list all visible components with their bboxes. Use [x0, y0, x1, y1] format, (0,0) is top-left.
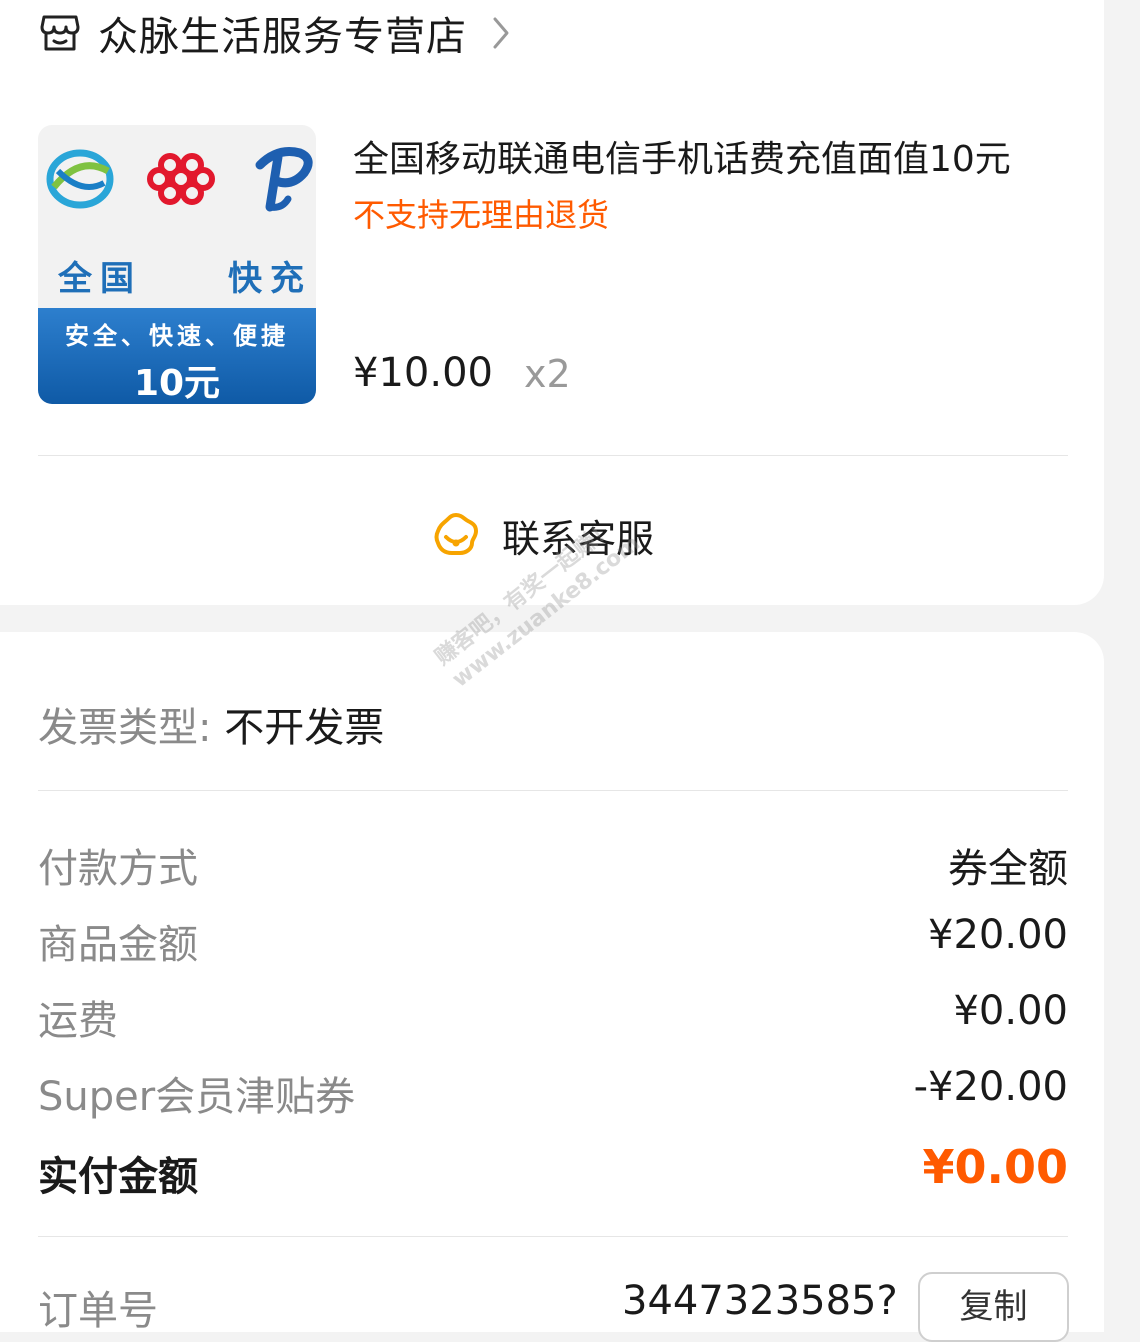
- product-quantity: x2: [524, 352, 571, 396]
- coupon-value: -¥20.00: [913, 1064, 1068, 1110]
- goods-amount-row: 商品金额 ¥20.00: [38, 912, 1068, 972]
- product-title[interactable]: 全国移动联通电信手机话费充值面值10元: [353, 130, 1011, 182]
- divider: [38, 1236, 1068, 1237]
- store-order-card: 众脉生活服务专营店 全国 快充 安全、快速、便捷 10元 全国移动联通电信手机话…: [0, 0, 1104, 605]
- order-number-value: 3447323585?: [622, 1278, 898, 1324]
- store-icon: [40, 15, 80, 51]
- goods-amount-label: 商品金额: [38, 922, 198, 968]
- divider: [38, 455, 1068, 456]
- carrier-logos: [46, 147, 313, 212]
- shipping-fee-row: 运费 ¥0.00: [38, 988, 1068, 1048]
- payment-method-label: 付款方式: [38, 846, 198, 892]
- invoice-type-row: 发票类型: 不开发票: [38, 695, 384, 753]
- invoice-type-label: 发票类型:: [38, 705, 212, 751]
- thumb-band-slogan: 安全、快速、便捷: [65, 322, 289, 350]
- shipping-fee-label: 运费: [38, 998, 118, 1044]
- coupon-row: Super会员津贴券 -¥20.00: [38, 1064, 1068, 1124]
- customer-service-icon: [434, 512, 479, 555]
- store-name: 众脉生活服务专营店: [98, 14, 467, 60]
- total-paid-row: 实付金额 ¥0.00: [38, 1140, 1068, 1204]
- payment-method-row: 付款方式 券全额: [38, 836, 1068, 896]
- customer-service-label: 联系客服: [502, 516, 655, 561]
- thumb-band-amount: 10元: [133, 363, 221, 404]
- return-policy-notice: 不支持无理由退货: [353, 196, 610, 234]
- china-telecom-logo-icon: [255, 147, 313, 212]
- china-mobile-logo-icon: [46, 149, 114, 209]
- chevron-right-icon: [493, 17, 509, 49]
- invoice-type-value: 不开发票: [224, 705, 385, 751]
- china-unicom-logo-icon: [147, 153, 215, 205]
- shipping-fee-value: ¥0.00: [953, 988, 1068, 1034]
- goods-amount-value: ¥20.00: [928, 912, 1068, 958]
- divider: [38, 790, 1068, 791]
- product-price: ¥10.00: [353, 350, 493, 396]
- coupon-label: Super会员津贴券: [38, 1074, 356, 1120]
- total-paid-value: ¥0.00: [922, 1140, 1068, 1194]
- thumb-band: 安全、快速、便捷 10元: [38, 308, 316, 404]
- store-header[interactable]: 众脉生活服务专营店: [38, 8, 513, 60]
- product-thumbnail[interactable]: 全国 快充 安全、快速、便捷 10元: [38, 125, 316, 404]
- copy-order-number-button[interactable]: 复制: [918, 1272, 1069, 1342]
- payment-method-value: 券全额: [948, 846, 1068, 892]
- thumb-label-left: 全国: [58, 259, 142, 299]
- order-number-label: 订单号: [38, 1288, 158, 1334]
- total-paid-label: 实付金额: [38, 1154, 198, 1200]
- thumb-label-right: 快充: [228, 259, 312, 299]
- contact-customer-service-button[interactable]: 联系客服: [432, 505, 654, 565]
